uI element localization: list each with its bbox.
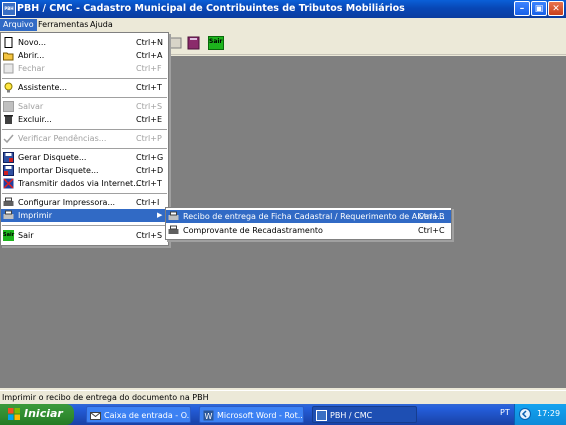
menu-item-abrir[interactable]: Abrir... Ctrl+A	[1, 49, 168, 62]
svg-text:W: W	[205, 412, 213, 421]
trash-icon	[3, 114, 14, 125]
clock[interactable]: 17:29	[537, 409, 560, 418]
close-document-icon	[3, 63, 14, 74]
taskbar-button-word[interactable]: W Microsoft Word - Rot...	[199, 406, 304, 423]
menu-separator	[2, 78, 167, 79]
submenu-arrow-icon: ▶	[157, 211, 163, 219]
system-tray: 17:29	[514, 404, 566, 425]
window-title: PBH / CMC - Cadastro Municipal de Contri…	[17, 3, 405, 14]
status-bar: Imprimir o recibo de entrega do document…	[0, 390, 566, 405]
menu-ferramentas[interactable]: Ferramentas	[35, 19, 91, 31]
menu-item-verificar-pendencias[interactable]: Verificar Pendências... Ctrl+P	[1, 132, 168, 145]
floppy-export-icon	[3, 152, 14, 163]
menu-item-gerar-disquete[interactable]: Gerar Disquete... Ctrl+G	[1, 151, 168, 164]
menu-separator	[2, 193, 167, 194]
app-logo-icon	[316, 410, 327, 421]
printer-icon	[168, 211, 179, 222]
printer-icon	[3, 210, 14, 221]
menu-item-importar-disquete[interactable]: Importar Disquete... Ctrl+D	[1, 164, 168, 177]
menu-item-fechar[interactable]: Fechar Ctrl+F	[1, 62, 168, 75]
taskbar: Iniciar Caixa de entrada - O... W Micros…	[0, 404, 566, 425]
word-icon: W	[203, 410, 214, 421]
lightbulb-icon	[3, 82, 14, 93]
floppy-import-icon	[3, 165, 14, 176]
printer-setup-icon	[3, 197, 14, 208]
book-icon[interactable]	[186, 35, 202, 51]
envelope-icon	[90, 410, 101, 421]
menu-item-imprimir[interactable]: Imprimir ▶	[1, 209, 168, 222]
menu-separator	[2, 148, 167, 149]
menu-bar: Arquivo Ferramentas Ajuda	[0, 18, 566, 32]
language-indicator[interactable]: PT	[500, 408, 510, 417]
taskbar-button-email[interactable]: Caixa de entrada - O...	[86, 406, 191, 423]
print-toolbar-icon[interactable]	[168, 35, 184, 51]
menu-item-excluir[interactable]: Excluir... Ctrl+E	[1, 113, 168, 126]
network-icon[interactable]	[519, 408, 531, 422]
windows-logo-icon	[8, 408, 20, 420]
save-icon	[3, 101, 14, 112]
title-bar[interactable]: PBH PBH / CMC - Cadastro Municipal de Co…	[0, 0, 566, 18]
maximize-button[interactable]: ▣	[531, 1, 547, 16]
menu-separator	[2, 225, 167, 226]
submenu-item-recibo-entrega[interactable]: Recibo de entrega de Ficha Cadastral / R…	[166, 210, 451, 223]
sair-toolbar-label: Sair	[209, 38, 223, 45]
menu-item-salvar[interactable]: Salvar Ctrl+S	[1, 100, 168, 113]
sair-toolbar-button[interactable]: Sair	[208, 35, 224, 51]
menu-ajuda[interactable]: Ajuda	[87, 19, 116, 31]
status-text: Imprimir o recibo de entrega do document…	[2, 393, 209, 402]
checkmark-icon	[3, 133, 14, 144]
menu-item-transmitir-internet[interactable]: Transmitir dados via Internet... Ctrl+T	[1, 177, 168, 190]
file-menu: Novo... Ctrl+N Abrir... Ctrl+A Fechar Ct…	[0, 32, 169, 246]
open-folder-icon	[3, 50, 14, 61]
menu-item-sair[interactable]: Sair Sair Ctrl+S	[1, 229, 168, 242]
menu-separator	[2, 129, 167, 130]
menu-arquivo[interactable]: Arquivo	[0, 19, 37, 31]
exit-icon: Sair	[3, 230, 14, 241]
taskbar-button-pbh-cmc[interactable]: PBH / CMC	[312, 406, 417, 423]
print-submenu: Recibo de entrega de Ficha Cadastral / R…	[165, 207, 452, 240]
internet-transmit-icon	[3, 178, 14, 189]
menu-separator	[2, 97, 167, 98]
start-button[interactable]: Iniciar	[0, 404, 74, 425]
app-logo-icon: PBH	[2, 2, 16, 16]
menu-item-novo[interactable]: Novo... Ctrl+N	[1, 36, 168, 49]
menu-item-configurar-impressora[interactable]: Configurar Impressora... Ctrl+I	[1, 196, 168, 209]
menu-item-assistente[interactable]: Assistente... Ctrl+T	[1, 81, 168, 94]
minimize-button[interactable]: –	[514, 1, 530, 16]
printer-icon	[168, 225, 179, 236]
new-document-icon	[3, 37, 14, 48]
close-button[interactable]: ✕	[548, 1, 564, 16]
submenu-item-comprovante[interactable]: Comprovante de Recadastramento Ctrl+C	[166, 224, 451, 237]
